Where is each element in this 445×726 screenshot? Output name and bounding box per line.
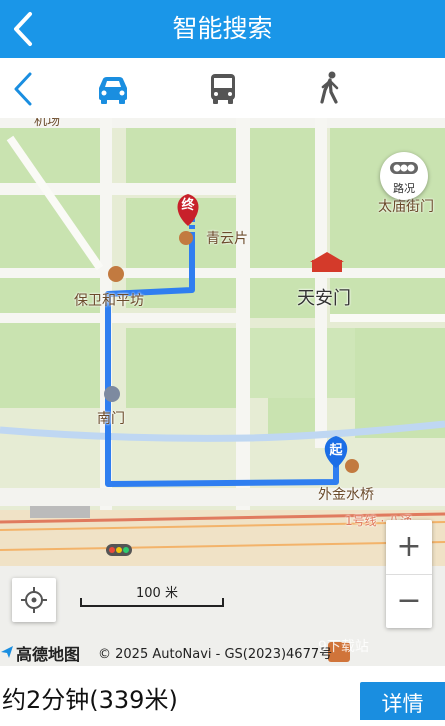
navigation-arrow-icon — [1, 646, 13, 658]
map-label: 外金水桥 — [318, 487, 374, 503]
map-label: 南门 — [97, 411, 125, 427]
map-label: 青云片 — [206, 231, 248, 247]
end-marker[interactable]: 终 — [179, 197, 197, 215]
traffic-label: 路况 — [393, 182, 415, 195]
map-label: 天安门 — [297, 288, 351, 309]
zoom-in-button[interactable]: + — [386, 520, 432, 575]
transport-mode-bar — [0, 58, 445, 119]
app-header: 智能搜索 — [0, 0, 445, 58]
route-summary: 约2分钟(339米) — [2, 686, 178, 714]
map-label: 机场 — [34, 118, 61, 129]
copyright-text: © 2025 AutoNavi - GS(2023)4677号 — [98, 647, 333, 662]
map-attribution: 高德地图 © 2025 AutoNavi - GS(2023)4677号 — [0, 638, 445, 664]
page-title: 智能搜索 — [172, 14, 273, 43]
zoom-out-button[interactable]: − — [386, 574, 432, 628]
locate-button[interactable] — [12, 578, 56, 622]
map-label: 保卫和平坊 — [74, 293, 144, 309]
watermark: 9下载站 — [318, 639, 369, 655]
start-marker[interactable]: 起 — [327, 442, 345, 460]
zoom-control: + − — [386, 520, 432, 628]
bus-icon[interactable] — [203, 68, 243, 108]
crosshair-icon — [21, 587, 47, 613]
scale-ruler — [80, 598, 224, 607]
car-icon[interactable] — [93, 68, 133, 108]
map-view[interactable]: 机场 青云片 保卫和平坊 天安门 南门 外金水桥 太庙街门 1号线 · 八通 终… — [0, 118, 445, 666]
scale-bar: 100 米 — [80, 582, 225, 612]
route-summary-bar: 约2分钟(339米) 详情 — [0, 666, 445, 720]
traffic-toggle-button[interactable]: 路况 — [380, 152, 428, 200]
chevron-left-icon[interactable] — [8, 70, 38, 108]
amap-logo: 高德地图 — [16, 645, 81, 664]
walk-icon[interactable] — [310, 68, 350, 108]
detail-button[interactable]: 详情 — [360, 682, 445, 720]
traffic-light-icon — [390, 162, 418, 174]
